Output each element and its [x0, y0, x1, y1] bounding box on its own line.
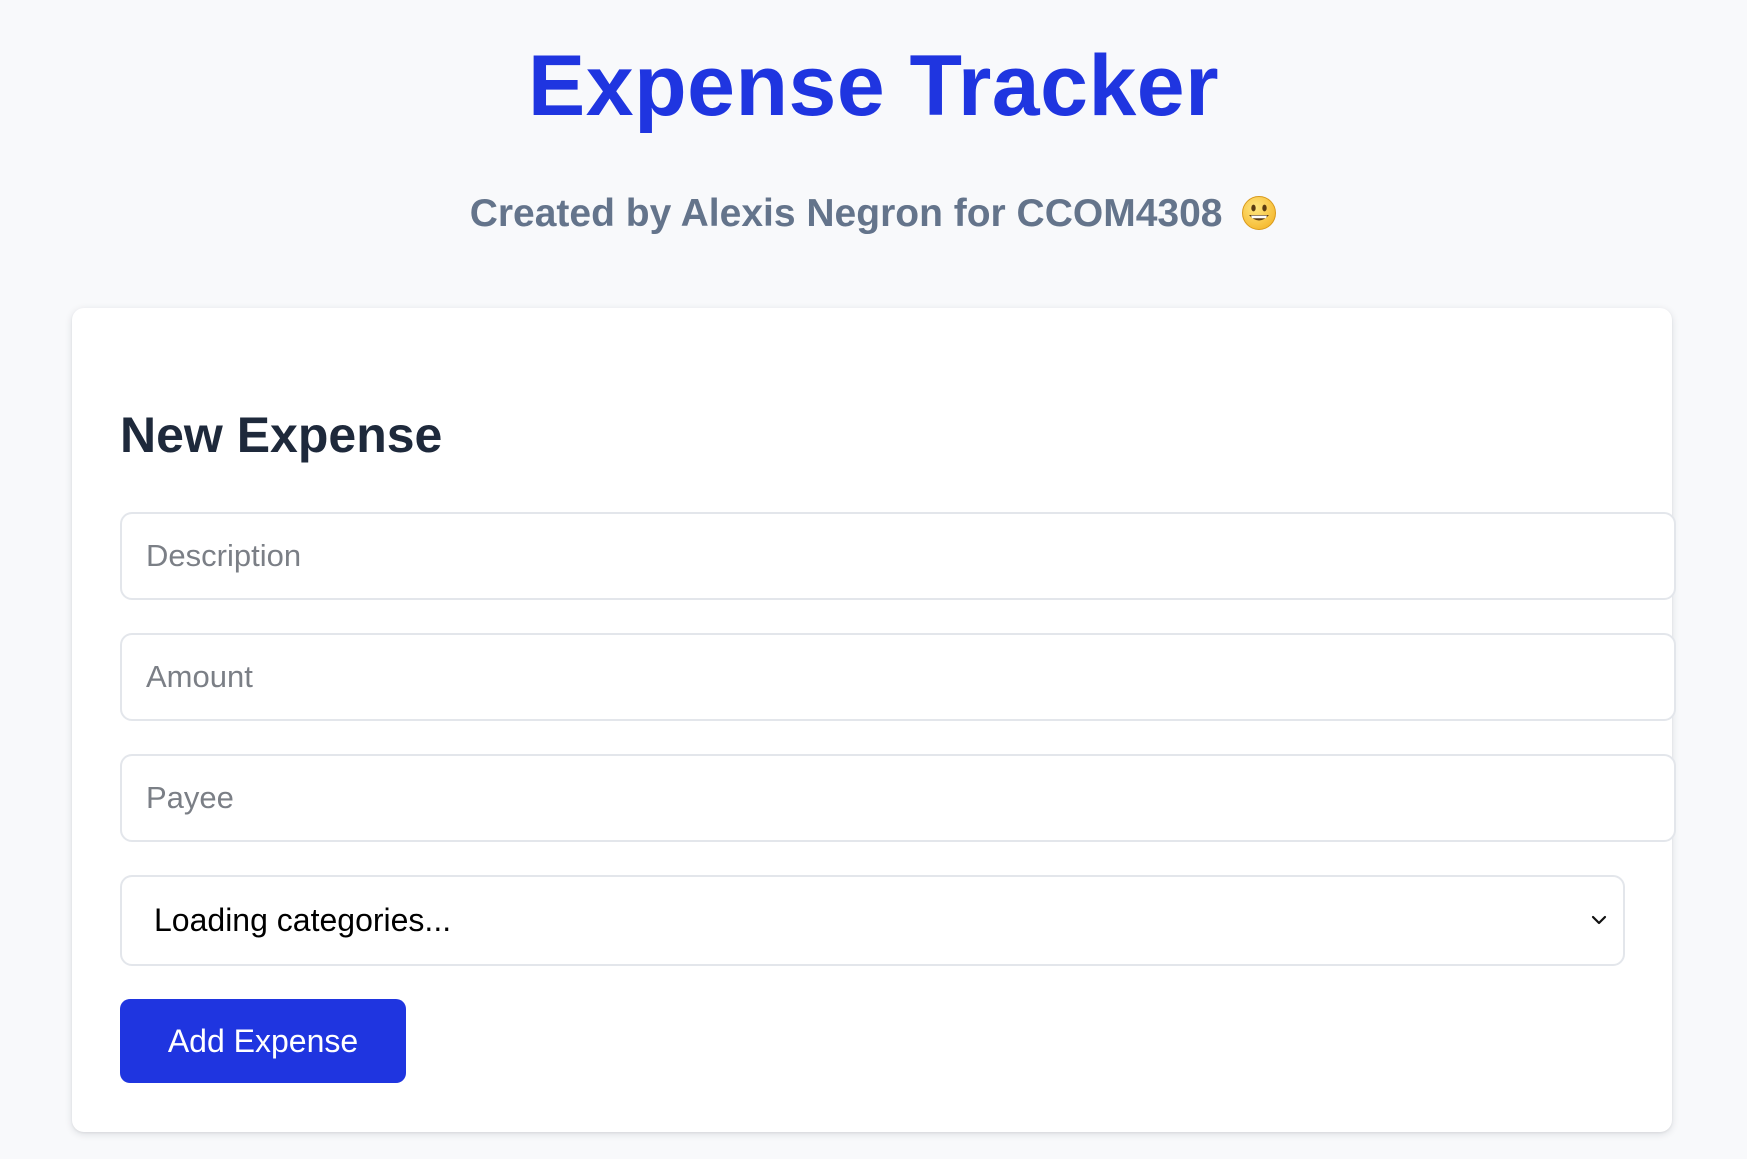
expense-tracker-page: Expense Tracker Created by Alexis Negron… — [0, 0, 1747, 1159]
subtitle-text: Created by Alexis Negron for CCOM4308 — [469, 192, 1223, 235]
new-expense-card: New Expense Loading categories... Add Ex… — [72, 308, 1676, 1132]
page-title: Expense Tracker — [527, 38, 1220, 134]
page-subtitle: Created by Alexis Negron for CCOM4308 — [0, 192, 1747, 236]
grinning-face-icon — [1242, 195, 1277, 230]
description-input[interactable] — [120, 512, 1676, 600]
category-select[interactable]: Loading categories... — [120, 875, 1625, 966]
category-select-value: Loading categories... — [154, 902, 452, 938]
payee-input[interactable] — [120, 754, 1676, 842]
add-expense-button[interactable]: Add Expense — [120, 999, 406, 1083]
new-expense-heading: New Expense — [120, 407, 443, 463]
chevron-down-icon — [1591, 915, 1607, 925]
amount-input[interactable] — [120, 633, 1676, 721]
